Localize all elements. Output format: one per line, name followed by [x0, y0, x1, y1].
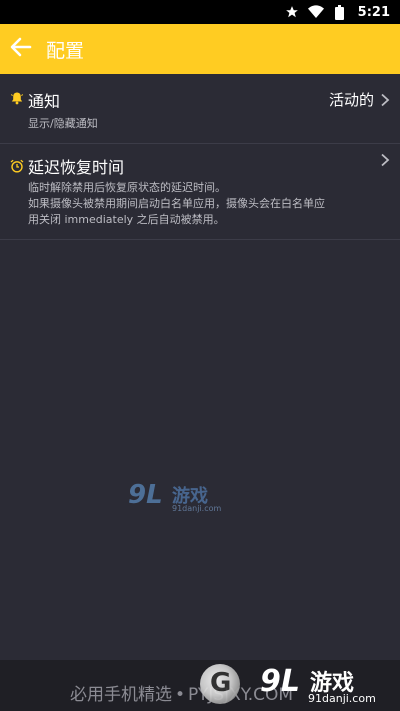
delay-restore-setting-row[interactable]: 延迟恢复时间 临时解除禁用后恢复原状态的延迟时间。 如果摄像头被禁用期间启动白名… [0, 144, 400, 240]
watermark-logo: 9L [128, 480, 163, 510]
delay-description-line-2: 如果摄像头被禁用期间启动白名单应用，摄像头会在白名单应 [28, 197, 325, 210]
settings-list: 通知 显示/隐藏通知 活动的 延迟恢复时间 临时解除禁用后恢复原状态的延迟时间。… [0, 74, 400, 240]
chevron-right-icon [380, 92, 390, 107]
footer-dot: • [175, 685, 186, 705]
footer-circle-logo: G [200, 664, 240, 704]
back-button[interactable] [8, 36, 34, 62]
notification-value: 活动的 [328, 91, 374, 109]
footer-slogan: 必用手机精选 [70, 685, 172, 705]
footer-logo-mark: 9L [260, 664, 300, 699]
watermark-url: 91danji.com [172, 504, 222, 513]
delay-restore-title: 延迟恢复时间 [28, 158, 125, 177]
notification-subtitle: 显示/隐藏通知 [28, 117, 98, 130]
footer-logo: 9L 游戏 91danji.com [260, 664, 390, 706]
battery-icon [332, 4, 348, 20]
center-watermark: 9L 游戏 91danji.com [128, 480, 228, 516]
app-bar: 配置 [0, 24, 400, 74]
bell-icon [10, 90, 24, 105]
notification-title: 通知 [28, 92, 61, 111]
alarm-clock-icon [10, 158, 24, 173]
status-bar: 5:21 [0, 0, 400, 24]
notification-setting-row[interactable]: 通知 显示/隐藏通知 活动的 [0, 74, 400, 144]
wifi-icon [307, 4, 324, 20]
delay-description-line-3: 用关闭 immediately 之后自动被禁用。 [28, 213, 225, 226]
status-time: 5:21 [357, 4, 390, 20]
chevron-right-icon [380, 152, 390, 167]
footer-logo-url: 91danji.com [308, 692, 376, 705]
page-title: 配置 [46, 39, 85, 62]
star-icon [284, 4, 300, 20]
footer-circle-letter: G [210, 668, 232, 698]
arrow-left-icon [10, 37, 32, 61]
delay-description-line-1: 临时解除禁用后恢复原状态的延迟时间。 [28, 181, 226, 194]
